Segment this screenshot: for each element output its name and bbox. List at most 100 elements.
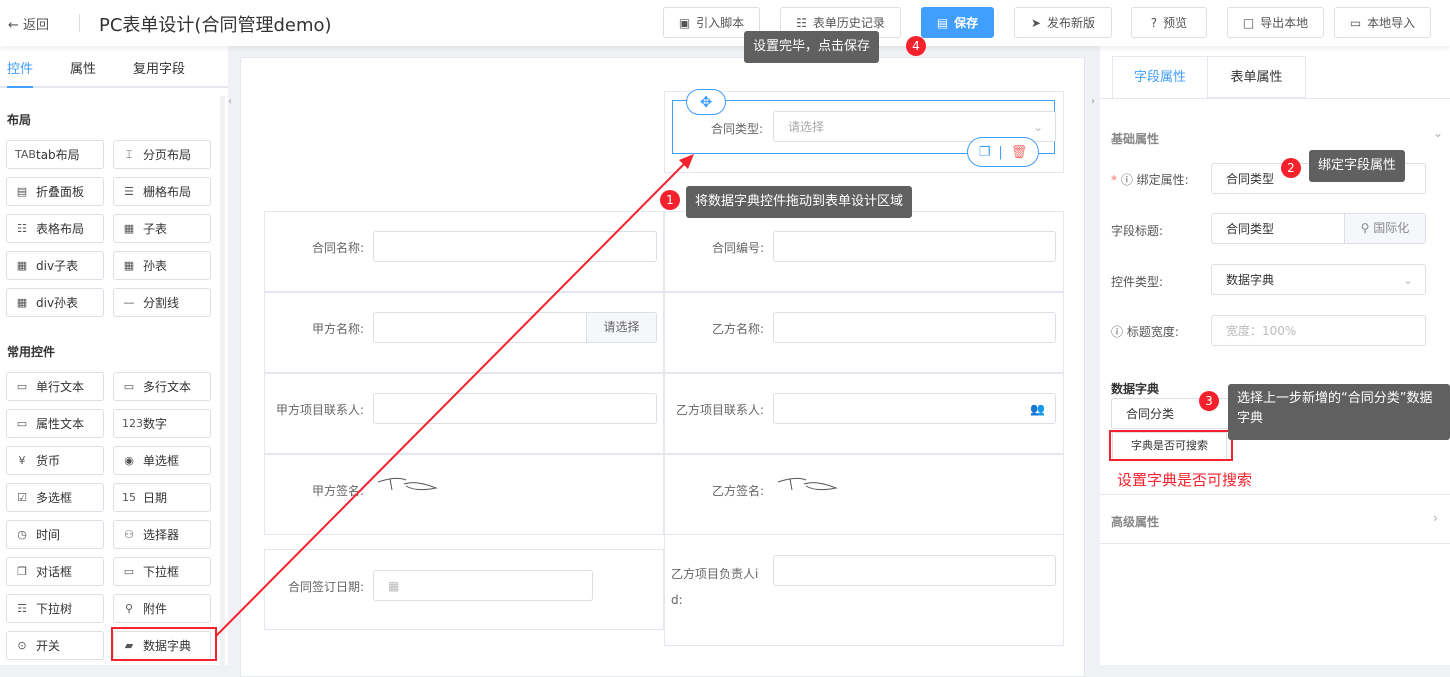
title-input[interactable]: 合同类型 ⚲ 国际化 xyxy=(1211,213,1426,244)
divider xyxy=(79,14,80,32)
widget-layout-7[interactable]: ▦ 孙表 xyxy=(113,251,211,280)
party-b-input[interactable] xyxy=(773,312,1056,343)
chevron-down-icon[interactable]: ⌄ xyxy=(1433,126,1443,140)
users-icon[interactable]: 👥 xyxy=(1030,402,1045,416)
widget-layout-2[interactable]: ▤ 折叠面板 xyxy=(6,177,104,206)
widget-icon: ◷ xyxy=(17,528,27,541)
chevron-down-icon: ⌄ xyxy=(1402,272,1413,287)
contract-name-input[interactable] xyxy=(373,231,657,262)
tab-field-props[interactable]: 字段属性 xyxy=(1112,56,1208,98)
party-a-input[interactable]: 请选择 xyxy=(373,312,657,343)
widget-common-11[interactable]: ▭ 下拉框 xyxy=(113,557,211,586)
a-contact-input[interactable] xyxy=(373,393,657,424)
basic-props-header[interactable]: 基础属性 xyxy=(1111,130,1159,147)
folder-open-icon: ▭ xyxy=(1349,15,1362,30)
b-owner-input[interactable] xyxy=(773,555,1056,586)
widget-layout-4[interactable]: ☷ 表格布局 xyxy=(6,214,104,243)
widget-common-14[interactable]: ⊙ 开关 xyxy=(6,631,104,660)
common-section-title: 常用控件 xyxy=(7,345,56,359)
chevron-right-icon[interactable]: › xyxy=(1433,511,1438,525)
highlight-data-dict xyxy=(111,627,217,661)
label-a-contact: 甲方项目联系人: xyxy=(275,403,364,417)
label-contract-no: 合同编号: xyxy=(711,241,764,255)
tip-step1: 将数据字典控件拖动到表单设计区域 xyxy=(686,186,913,218)
tab-form-props[interactable]: 表单属性 xyxy=(1208,56,1306,98)
widget-layout-1[interactable]: ⌶ 分页布局 xyxy=(113,140,211,169)
signature-icon[interactable] xyxy=(776,474,841,494)
widget-common-1[interactable]: ▭ 多行文本 xyxy=(113,372,211,401)
widget-common-8[interactable]: ◷ 时间 xyxy=(6,520,104,549)
widget-icon: ⚇ xyxy=(124,528,134,541)
widget-icon: ▤ xyxy=(16,185,28,198)
widget-icon: ▭ xyxy=(123,565,135,578)
ctrl-type-select[interactable]: 数据字典 ⌄ xyxy=(1211,264,1426,295)
search-icon: ⚲ xyxy=(1360,221,1370,235)
form-canvas: 合同类型: 请选择 ⌄ ✥ ❐ | 🗑 合同名称: 合同编号: 甲方名称: 请选择 乙… xyxy=(240,57,1085,677)
widget-icon: ⊙ xyxy=(17,639,27,652)
delete-icon[interactable]: 🗑 xyxy=(1011,145,1028,160)
export-button[interactable]: □ 导出本地 xyxy=(1227,7,1324,38)
widget-layout-9[interactable]: — 分割线 xyxy=(113,288,211,317)
move-handle-icon[interactable]: ✥ xyxy=(686,89,726,115)
help-icon: ⓘ xyxy=(1120,173,1133,187)
i18n-button[interactable]: ⚲ 国际化 xyxy=(1344,214,1425,243)
widget-common-9[interactable]: ⚇ 选择器 xyxy=(113,520,211,549)
widget-layout-8[interactable]: ▦ div孙表 xyxy=(6,288,104,317)
widget-icon: ▦ xyxy=(16,259,28,272)
b-contact-input[interactable]: 👥 xyxy=(773,393,1056,424)
import-button[interactable]: ▭ 本地导入 xyxy=(1334,7,1431,38)
widget-common-2[interactable]: ▭ 属性文本 xyxy=(6,409,104,438)
widget-icon: ◉ xyxy=(124,454,134,467)
save-button[interactable]: ▤ 保存 xyxy=(921,7,994,38)
label-party-b: 乙方名称: xyxy=(711,322,764,336)
dict-label: 数据字典 xyxy=(1111,382,1160,396)
widget-layout-5[interactable]: ▦ 子表 xyxy=(113,214,211,243)
widget-layout-6[interactable]: ▦ div子表 xyxy=(6,251,104,280)
back-button[interactable]: ← 返回 xyxy=(8,14,49,33)
widget-icon: — xyxy=(123,296,135,309)
right-panel: 字段属性 表单属性 基础属性 ⌄ * ⓘ 绑定属性: 合同类型 字段标题: 合同… xyxy=(1100,46,1450,665)
highlight-searchable xyxy=(1109,430,1233,461)
note-searchable: 设置字典是否可搜索 xyxy=(1117,471,1253,489)
contract-no-input[interactable] xyxy=(773,231,1056,262)
widget-icon: ▦ xyxy=(123,259,135,272)
bind-label: 绑定属性: xyxy=(1136,173,1189,187)
advanced-props-header[interactable]: 高级属性 xyxy=(1111,513,1159,530)
widget-common-7[interactable]: 15 日期 xyxy=(113,483,211,512)
copy-icon[interactable]: ❐ xyxy=(979,145,991,160)
label-b-owner: 乙方项目负责人i d: xyxy=(671,567,759,607)
field-label: 合同类型: xyxy=(710,122,763,136)
widget-common-13[interactable]: ⚲ 附件 xyxy=(113,594,211,623)
widget-icon: ⌶ xyxy=(125,147,133,161)
widget-common-6[interactable]: ☑ 多选框 xyxy=(6,483,104,512)
tab-reuse-fields[interactable]: 复用字段 xyxy=(133,46,185,86)
label-party-a: 甲方名称: xyxy=(311,322,364,336)
widget-common-3[interactable]: 123 数字 xyxy=(113,409,211,438)
party-a-select-button[interactable]: 请选择 xyxy=(586,313,656,342)
publish-button[interactable]: ➤ 发布新版 xyxy=(1014,7,1112,38)
widget-icon: ▭ xyxy=(16,380,28,393)
scrollbar[interactable] xyxy=(220,96,225,665)
label-b-sign: 乙方签名: xyxy=(711,484,764,498)
tip-step4: 设置完毕，点击保存 xyxy=(744,31,880,63)
widget-common-4[interactable]: ¥ 货币 xyxy=(6,446,104,475)
chevron-down-icon: ⌄ xyxy=(1032,119,1043,134)
question-icon: ? xyxy=(1150,15,1158,30)
collapse-right-icon[interactable]: › xyxy=(1091,96,1095,107)
widget-icon: TAB xyxy=(15,148,36,161)
tab-controls[interactable]: 控件 xyxy=(7,46,34,88)
tab-properties[interactable]: 属性 xyxy=(70,46,96,86)
widget-layout-0[interactable]: TAB tab布局 xyxy=(6,140,104,169)
list-icon: ☷ xyxy=(796,15,807,30)
widget-icon: ☰ xyxy=(124,185,134,198)
widget-layout-3[interactable]: ☰ 栅格布局 xyxy=(113,177,211,206)
preview-button[interactable]: ? 预览 xyxy=(1131,7,1207,38)
signature-icon[interactable] xyxy=(376,474,441,494)
collapse-left-icon[interactable]: ‹ xyxy=(228,96,232,107)
title-width-input[interactable]: 宽度：100% xyxy=(1211,315,1426,346)
sign-date-input[interactable]: ▦ xyxy=(373,570,593,601)
widget-common-5[interactable]: ◉ 单选框 xyxy=(113,446,211,475)
widget-common-10[interactable]: ❐ 对话框 xyxy=(6,557,104,586)
widget-common-0[interactable]: ▭ 单行文本 xyxy=(6,372,104,401)
widget-common-12[interactable]: ☶ 下拉树 xyxy=(6,594,104,623)
